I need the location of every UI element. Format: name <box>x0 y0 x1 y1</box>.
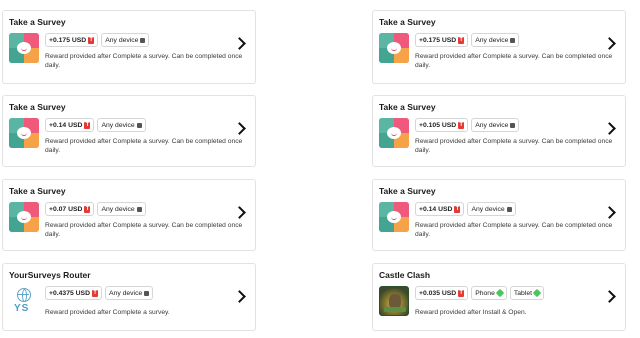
offer-title: Castle Clash <box>379 270 431 280</box>
offer-description: Reward provided after Complete a survey.… <box>415 138 613 154</box>
device-label: Any device <box>475 36 509 44</box>
offer-title: Take a Survey <box>379 17 436 27</box>
device-label: Any device <box>475 121 509 129</box>
device-label: Any device <box>101 205 135 213</box>
castle-clash-game-icon <box>379 286 409 316</box>
offer-card[interactable]: YourSurveys Router YS +0.4375 USD T Any d… <box>2 263 256 331</box>
reward-badge: +0.4375 USD T <box>45 286 102 300</box>
reward-badge: +0.07 USD T <box>45 202 95 216</box>
device-badge: Any device <box>471 33 520 47</box>
chevron-right-icon[interactable] <box>233 290 246 303</box>
offer-description: Reward provided after Complete a survey.… <box>415 53 613 69</box>
reward-amount: +0.14 USD <box>419 205 453 213</box>
chevron-right-icon[interactable] <box>603 37 616 50</box>
reward-amount: +0.035 USD <box>419 289 457 297</box>
device-label: Phone <box>475 289 495 297</box>
device-badge: Any device <box>97 202 146 216</box>
device-label: Any device <box>105 36 139 44</box>
survey-icon <box>379 33 409 63</box>
offer-title: Take a Survey <box>379 102 436 112</box>
survey-icon <box>9 33 39 63</box>
device-label: Any device <box>471 205 505 213</box>
device-chip-icon <box>140 37 146 43</box>
survey-icon <box>9 118 39 148</box>
device-badge-phone: Phone <box>471 286 507 300</box>
reward-badge: +0.105 USD T <box>415 118 469 132</box>
offer-title: YourSurveys Router <box>9 270 91 280</box>
device-badge: Any device <box>467 202 516 216</box>
offer-title: Take a Survey <box>9 186 66 196</box>
chevron-right-icon[interactable] <box>603 290 616 303</box>
offer-card[interactable]: Castle Clash +0.035 USD T Phone Tablet Re… <box>372 263 626 331</box>
reward-badge: +0.14 USD T <box>45 118 95 132</box>
survey-icon <box>379 118 409 148</box>
device-badge-tablet: Tablet <box>509 286 545 300</box>
device-chip-icon <box>510 37 516 43</box>
currency-icon: T <box>92 289 98 297</box>
device-badge: Any device <box>471 118 520 132</box>
reward-amount: +0.07 USD <box>49 205 83 213</box>
offer-description: Reward provided after Complete a survey.… <box>45 138 243 154</box>
chevron-right-icon[interactable] <box>233 37 246 50</box>
currency-icon: T <box>458 36 465 44</box>
reward-badge: +0.035 USD T <box>415 286 469 300</box>
offer-card[interactable]: Take a Survey +0.14 USD T Any device Rewa… <box>372 179 626 251</box>
survey-icon <box>379 202 409 232</box>
device-badge: Any device <box>97 118 146 132</box>
currency-icon: T <box>84 121 91 129</box>
offer-description: Reward provided after Complete a survey. <box>45 309 170 316</box>
reward-amount: +0.175 USD <box>419 36 457 44</box>
device-label: Any device <box>101 121 135 129</box>
offer-card[interactable]: Take a Survey +0.07 USD T Any device Rewa… <box>2 179 256 251</box>
offer-card[interactable]: Take a Survey +0.175 USD T Any device Rew… <box>372 10 626 84</box>
reward-amount: +0.14 USD <box>49 121 83 129</box>
offer-card[interactable]: Take a Survey +0.105 USD T Any device Rew… <box>372 95 626 167</box>
logo-text: YS <box>14 303 30 314</box>
device-label: Tablet <box>513 289 533 297</box>
offer-card[interactable]: Take a Survey +0.14 USD T Any device Rewa… <box>2 95 256 167</box>
device-badge: Any device <box>101 33 150 47</box>
chevron-right-icon[interactable] <box>233 122 246 135</box>
reward-amount: +0.4375 USD <box>49 289 90 297</box>
chevron-right-icon[interactable] <box>603 122 616 135</box>
reward-amount: +0.105 USD <box>419 121 457 129</box>
offer-description: Reward provided after Complete a survey.… <box>415 222 613 238</box>
device-chip-icon <box>510 122 516 128</box>
reward-badge: +0.175 USD T <box>415 33 469 47</box>
reward-badge: +0.175 USD T <box>45 33 99 47</box>
device-chip-icon <box>506 206 512 212</box>
device-chip-icon <box>136 122 142 128</box>
currency-icon: T <box>458 289 465 297</box>
device-chip-icon <box>136 206 142 212</box>
device-badge: Any device <box>105 286 154 300</box>
currency-icon: T <box>88 36 95 44</box>
offer-card[interactable]: Take a Survey +0.175 USD T Any device Rew… <box>2 10 256 84</box>
offer-title: Take a Survey <box>379 186 436 196</box>
offer-title: Take a Survey <box>9 102 66 112</box>
yoursurveys-logo-icon: YS <box>9 286 39 316</box>
currency-icon: T <box>454 205 461 213</box>
android-icon <box>495 288 505 298</box>
offer-description: Reward provided after Complete a survey.… <box>45 53 243 69</box>
android-icon <box>532 288 542 298</box>
currency-icon: T <box>84 205 91 213</box>
chevron-right-icon[interactable] <box>603 206 616 219</box>
globe-icon <box>17 288 31 302</box>
survey-icon <box>9 202 39 232</box>
reward-badge: +0.14 USD T <box>415 202 465 216</box>
reward-amount: +0.175 USD <box>49 36 87 44</box>
offer-title: Take a Survey <box>9 17 66 27</box>
device-label: Any device <box>109 289 143 297</box>
offer-description: Reward provided after Install & Open. <box>415 309 527 316</box>
chevron-right-icon[interactable] <box>233 206 246 219</box>
offer-description: Reward provided after Complete a survey.… <box>45 222 243 238</box>
currency-icon: T <box>458 121 465 129</box>
device-chip-icon <box>144 290 150 296</box>
